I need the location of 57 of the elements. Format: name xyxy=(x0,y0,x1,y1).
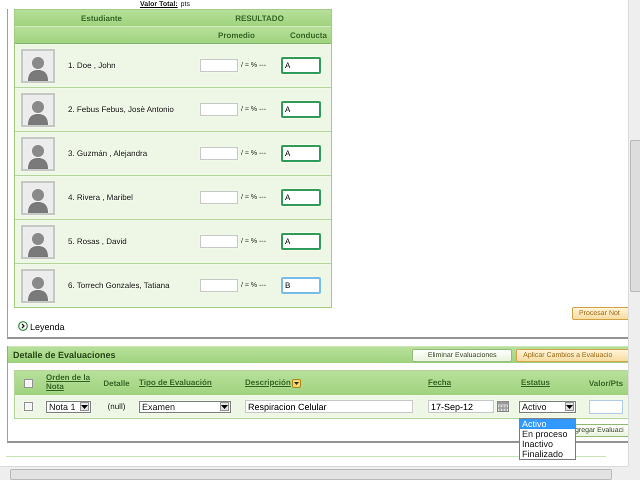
scrollbar-thumb[interactable] xyxy=(10,469,612,480)
conduct-field[interactable]: A xyxy=(281,57,321,74)
avatar-icon xyxy=(21,268,55,302)
legend-link[interactable]: Leyenda xyxy=(30,322,65,332)
column-header: Conducta xyxy=(290,30,327,40)
chevron-right-icon[interactable] xyxy=(18,321,28,333)
column-header: RESULTADO xyxy=(234,14,285,22)
checkbox[interactable] xyxy=(24,378,32,388)
average-field[interactable] xyxy=(200,103,238,116)
average-field[interactable] xyxy=(200,235,238,248)
sort-icon[interactable] xyxy=(292,378,301,388)
average-field[interactable] xyxy=(200,279,238,292)
checkbox[interactable] xyxy=(24,402,32,411)
avatar-icon xyxy=(21,224,55,258)
student-name: 5. Rosas , David xyxy=(68,237,128,246)
description-field[interactable]: Respiracion Celular xyxy=(245,400,413,413)
column-header: Promedio xyxy=(218,30,256,40)
column-header-link[interactable]: Tipo de Evaluación xyxy=(139,378,212,388)
column-header-link[interactable]: Orden de la Nota xyxy=(46,374,92,392)
status-dropdown[interactable]: Activo xyxy=(519,400,576,412)
conduct-field[interactable]: A xyxy=(281,101,321,118)
dropdown-arrow-icon[interactable] xyxy=(565,402,574,411)
student-name: 3. Guzmán , Alejandra xyxy=(68,149,148,158)
avatar-icon xyxy=(21,92,55,126)
order-dropdown[interactable]: Nota 1 xyxy=(46,400,91,412)
calendar-icon[interactable] xyxy=(497,401,509,412)
student-name: 1. Doe , John xyxy=(68,61,117,70)
average-field[interactable] xyxy=(200,147,238,160)
type-dropdown[interactable]: Examen xyxy=(139,400,231,412)
column-header-link[interactable]: Estatus xyxy=(521,378,550,388)
dropdown-option[interactable]: Inactivo xyxy=(520,438,575,448)
avatar-icon xyxy=(21,180,55,214)
student-name: 2. Febus Febus, Josè Antonio xyxy=(68,105,175,114)
panel-title: Detalle de Evaluaciones xyxy=(13,350,117,360)
conduct-field[interactable]: B xyxy=(281,277,321,294)
conduct-field[interactable]: A xyxy=(281,145,321,162)
column-header: Detalle xyxy=(103,378,130,388)
conduct-field[interactable]: A xyxy=(281,233,321,250)
column-header-link[interactable]: Descripción xyxy=(245,378,291,388)
avatar-icon xyxy=(21,136,55,170)
column-header: Estudiante xyxy=(80,14,123,22)
dropdown-arrow-icon[interactable] xyxy=(80,402,89,411)
average-field[interactable] xyxy=(200,59,238,72)
average-field[interactable] xyxy=(200,191,238,204)
student-name: 6. Torrech Gonzales, Tatiana xyxy=(68,281,171,290)
conduct-field[interactable]: A xyxy=(281,189,321,206)
avatar-icon xyxy=(21,48,55,82)
column-header: Valor/Pts xyxy=(588,378,624,388)
detail-text: (null) xyxy=(108,402,126,411)
dropdown-option[interactable]: Finalizado xyxy=(520,448,575,458)
dropdown-option[interactable]: En proceso xyxy=(520,428,575,438)
points-field[interactable] xyxy=(589,400,623,414)
student-name: 4. Rivera , Maribel xyxy=(68,193,134,202)
date-field[interactable]: 17-Sep-12 xyxy=(428,400,494,413)
column-header-link[interactable]: Fecha xyxy=(428,378,452,388)
scrollbar-thumb[interactable] xyxy=(630,140,640,292)
dropdown-arrow-icon[interactable] xyxy=(220,402,229,411)
